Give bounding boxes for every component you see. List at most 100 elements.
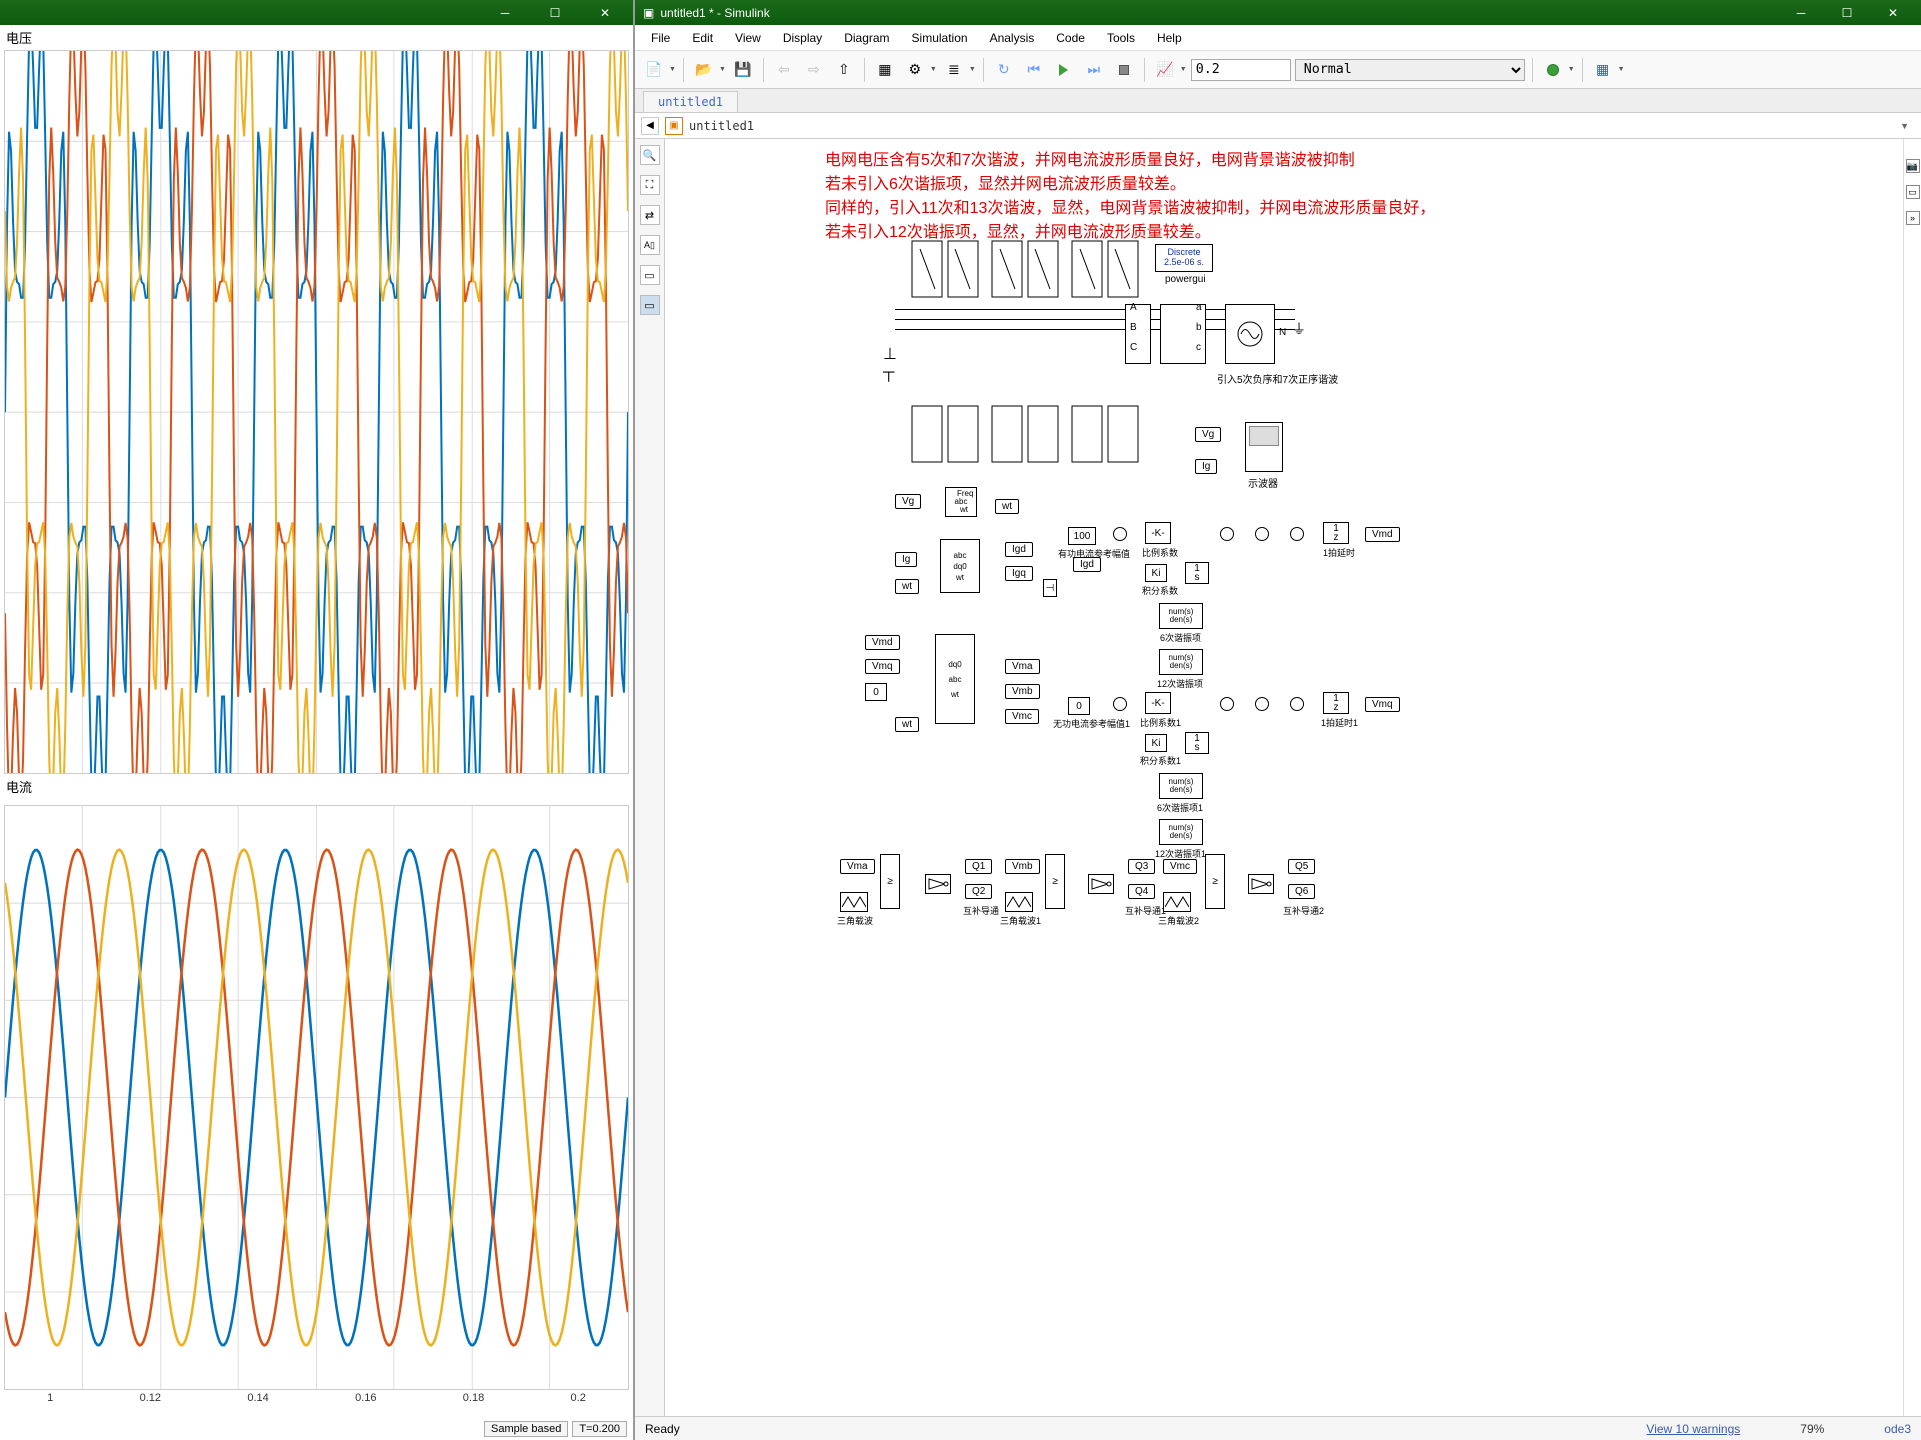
breadcrumb-text[interactable]: untitled1 — [689, 119, 754, 133]
ac-source-block[interactable] — [1225, 304, 1275, 364]
back-button[interactable]: ⇦ — [771, 57, 797, 83]
from-vmc[interactable]: Vmc — [1163, 859, 1197, 874]
hierarchy-icon[interactable]: ▣ — [665, 117, 683, 135]
dc-source-icon[interactable]: ⊥┬ — [883, 344, 897, 382]
simulation-mode-select[interactable]: Normal — [1295, 59, 1525, 81]
inverter-leg-block[interactable] — [910, 404, 980, 464]
goto-igd[interactable]: Igd — [1005, 542, 1033, 557]
sum-block[interactable] — [1255, 527, 1269, 541]
sum-block[interactable] — [1113, 527, 1127, 541]
abc-dq0-block[interactable]: abcdq0wt — [940, 539, 980, 593]
from-vg[interactable]: Vg — [895, 494, 921, 509]
build-button[interactable]: ▦ — [1590, 57, 1616, 83]
gain-kp2[interactable]: -K- — [1145, 692, 1171, 714]
const-0[interactable]: 0 — [865, 683, 887, 701]
sum-block[interactable] — [1220, 527, 1234, 541]
close-icon[interactable]: ✕ — [1873, 3, 1913, 23]
compare-block[interactable]: ≥ — [1045, 854, 1065, 909]
status-warnings-link[interactable]: View 10 warnings — [1646, 1422, 1740, 1436]
goto-q2[interactable]: Q2 — [965, 884, 992, 899]
from-vmb[interactable]: Vmb — [1005, 859, 1040, 874]
screenshot-icon[interactable]: 📷 — [1906, 159, 1920, 173]
menu-file[interactable]: File — [641, 28, 680, 48]
goto-vma[interactable]: Vma — [1005, 659, 1040, 674]
goto-vmd[interactable]: Vmd — [1365, 527, 1400, 542]
compare-block[interactable]: ≥ — [880, 854, 900, 909]
new-model-button[interactable]: 📄 — [641, 57, 667, 83]
const-100[interactable]: 100 — [1068, 527, 1096, 545]
goto-q6[interactable]: Q6 — [1288, 884, 1315, 899]
inverter-leg-block[interactable] — [990, 404, 1060, 464]
scope-block[interactable] — [1245, 422, 1283, 472]
tf-12b[interactable]: num(s) den(s) — [1159, 819, 1203, 845]
annotation-icon[interactable]: A▯ — [640, 235, 660, 255]
stop-button[interactable] — [1111, 57, 1137, 83]
menu-analysis[interactable]: Analysis — [980, 28, 1045, 48]
terminator-block[interactable]: ⊣ — [1043, 579, 1057, 597]
forward-button[interactable]: ⇨ — [801, 57, 827, 83]
stop-time-input[interactable] — [1191, 59, 1291, 81]
chevron-down-icon[interactable]: ▼ — [1180, 66, 1187, 73]
triangle-gen[interactable] — [1163, 892, 1191, 912]
library-browser-button[interactable]: ▦ — [872, 57, 898, 83]
menu-diagram[interactable]: Diagram — [834, 28, 899, 48]
menu-code[interactable]: Code — [1046, 28, 1095, 48]
maximize-icon[interactable]: ☐ — [1827, 3, 1867, 23]
from-vmd[interactable]: Vmd — [865, 635, 900, 650]
powergui-block[interactable]: Discrete 2.5e-06 s. — [1155, 244, 1213, 272]
from-vmq[interactable]: Vmq — [865, 659, 900, 674]
menu-edit[interactable]: Edit — [682, 28, 723, 48]
sum-block[interactable] — [1290, 527, 1304, 541]
from-wt[interactable]: wt — [895, 717, 919, 732]
not-block[interactable] — [1088, 874, 1114, 894]
data-inspector-button[interactable]: 📈 — [1152, 57, 1178, 83]
maximize-icon[interactable]: ☐ — [535, 3, 575, 23]
chevron-down-icon[interactable]: ▼ — [1900, 121, 1909, 131]
measurement-block[interactable] — [1160, 304, 1206, 364]
area-icon[interactable]: ▭ — [640, 295, 660, 315]
bookmark-icon[interactable]: ▭ — [1906, 185, 1920, 199]
from-wt[interactable]: wt — [895, 579, 919, 594]
zoom-in-icon[interactable]: 🔍 — [640, 145, 660, 165]
gain-kp[interactable]: -K- — [1145, 522, 1171, 544]
goto-ig[interactable]: Ig — [1195, 459, 1217, 474]
fast-restart-button[interactable]: ↻ — [991, 57, 1017, 83]
minimize-icon[interactable]: ─ — [485, 3, 525, 23]
update-diagram-button[interactable] — [1540, 57, 1566, 83]
goto-vg[interactable]: Vg — [1195, 427, 1221, 442]
up-button[interactable]: ⇧ — [831, 57, 857, 83]
goto-igq[interactable]: Igq — [1005, 566, 1033, 581]
model-canvas[interactable]: 电网电压含有5次和7次谐波，并网电流波形质量良好，电网背景谐波被抑制 若未引入6… — [665, 139, 1903, 1416]
integrator-block2[interactable]: 1 s — [1185, 732, 1209, 754]
chevron-down-icon[interactable]: ▼ — [969, 66, 976, 73]
fit-icon[interactable]: ⛶ — [640, 175, 660, 195]
from-vma[interactable]: Vma — [840, 859, 875, 874]
save-button[interactable]: 💾 — [730, 57, 756, 83]
chevron-down-icon[interactable]: ▼ — [930, 66, 937, 73]
gain-ki2[interactable]: Ki — [1145, 734, 1167, 752]
gain-ki[interactable]: Ki — [1145, 564, 1167, 582]
menu-help[interactable]: Help — [1147, 28, 1192, 48]
const-0b[interactable]: 0 — [1068, 697, 1090, 715]
chevron-down-icon[interactable]: ▼ — [719, 66, 726, 73]
status-solver[interactable]: ode3 — [1884, 1422, 1911, 1436]
tf-6b[interactable]: num(s) den(s) — [1159, 773, 1203, 799]
goto-q1[interactable]: Q1 — [965, 859, 992, 874]
menu-tools[interactable]: Tools — [1097, 28, 1145, 48]
sum-block[interactable] — [1113, 697, 1127, 711]
goto-vmq[interactable]: Vmq — [1365, 697, 1400, 712]
chevron-down-icon[interactable]: ▼ — [1618, 66, 1625, 73]
compare-block[interactable]: ≥ — [1205, 854, 1225, 909]
sum-block[interactable] — [1255, 697, 1269, 711]
nav-back-button[interactable]: ◀ — [641, 117, 659, 135]
image-annot-icon[interactable]: ▭ — [640, 265, 660, 285]
annotation-text[interactable]: 电网电压含有5次和7次谐波，并网电流波形质量良好，电网背景谐波被抑制 若未引入6… — [825, 149, 1435, 245]
model-explorer-button[interactable]: ≣ — [941, 57, 967, 83]
goto-vmc[interactable]: Vmc — [1005, 709, 1039, 724]
unit-delay[interactable]: 1 z — [1323, 522, 1349, 544]
expand-icon[interactable]: » — [1906, 211, 1920, 225]
open-button[interactable]: 📂 — [691, 57, 717, 83]
not-block[interactable] — [1248, 874, 1274, 894]
integrator-block[interactable]: 1 s — [1185, 562, 1209, 584]
dq0-abc-block[interactable]: dq0abcwt — [935, 634, 975, 724]
